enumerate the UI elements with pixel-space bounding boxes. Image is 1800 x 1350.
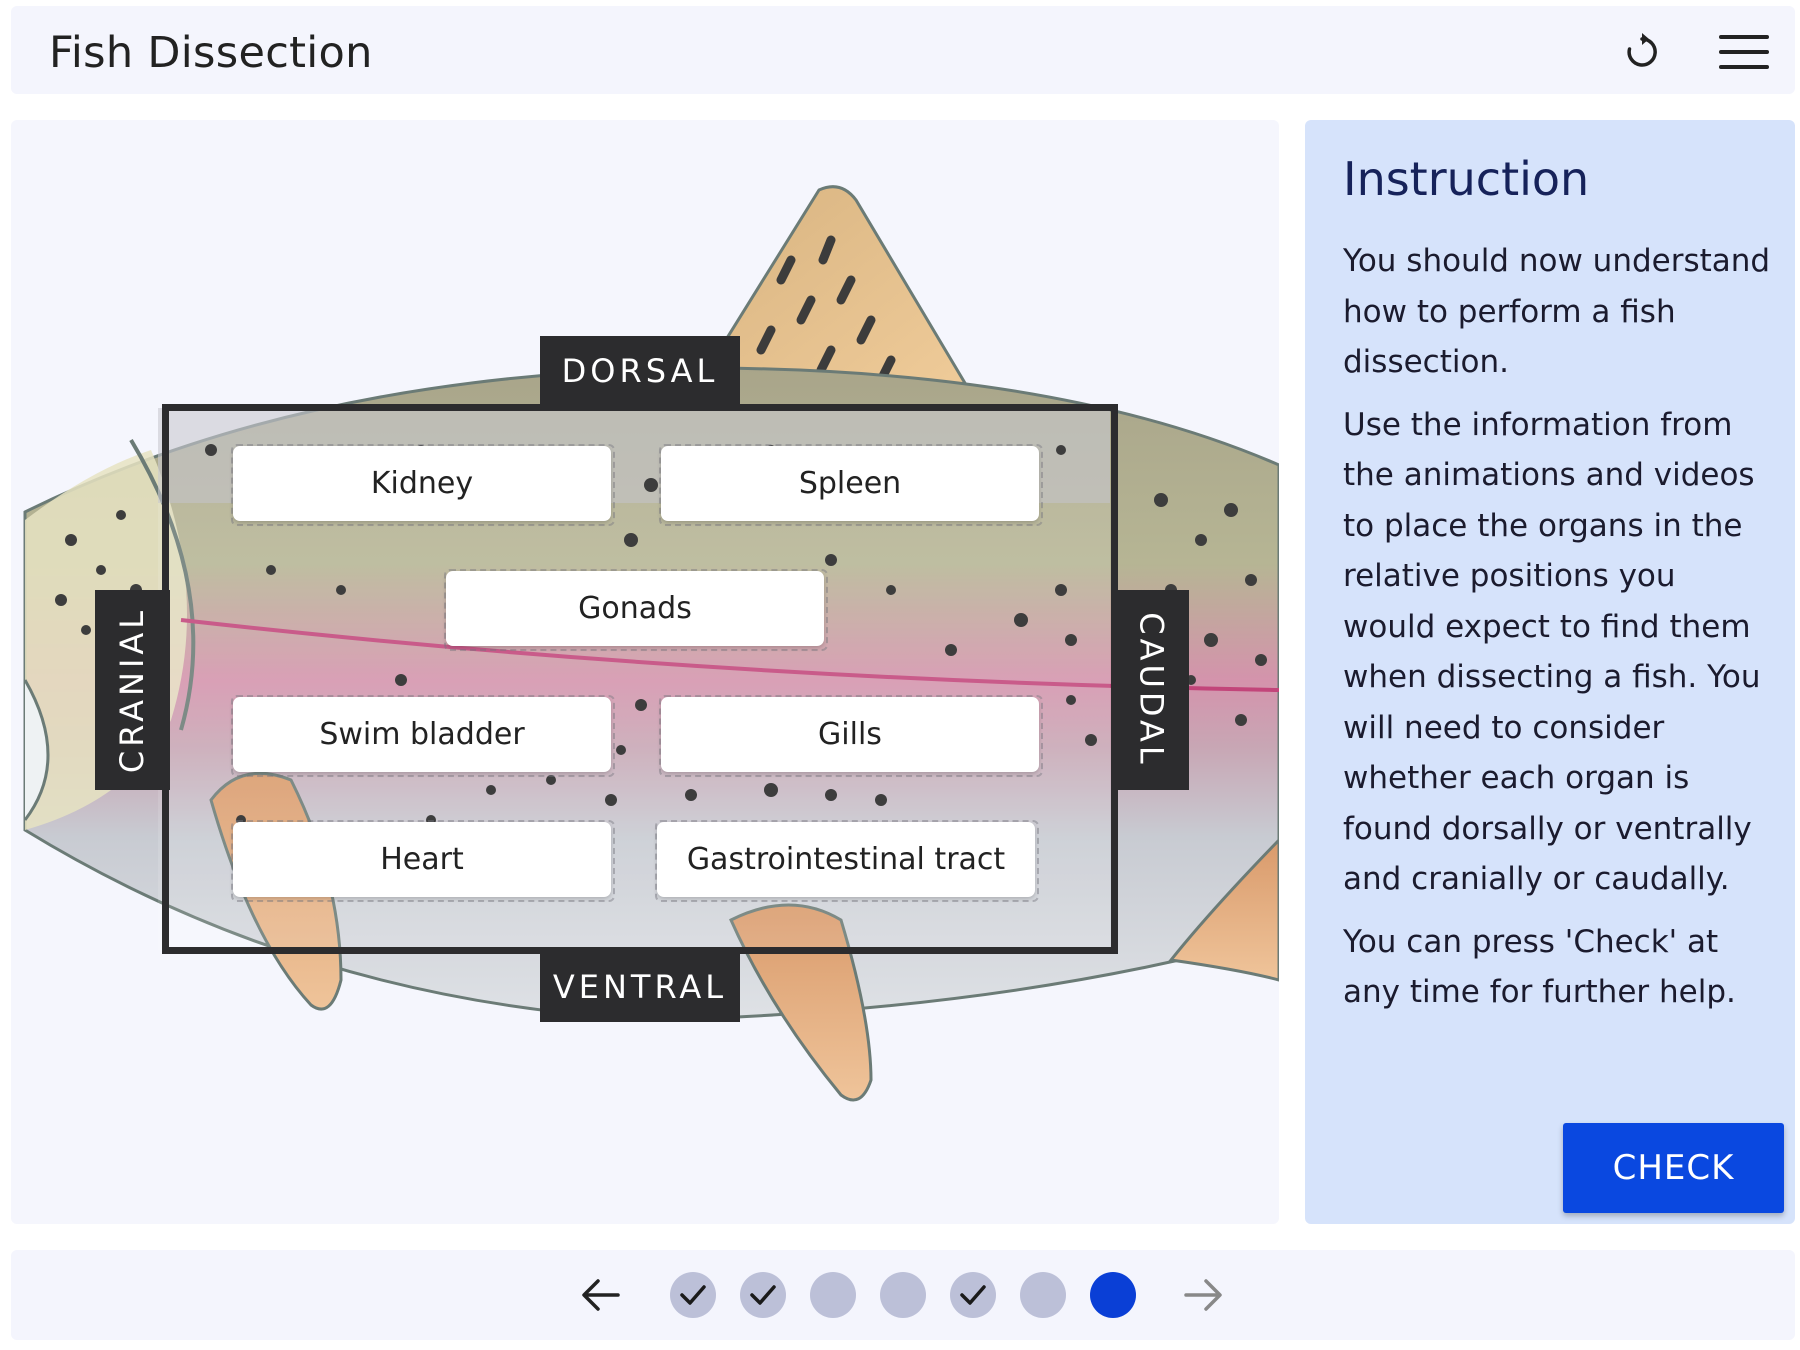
step-dot-completed[interactable]: [740, 1272, 786, 1318]
next-step-button[interactable]: [1179, 1270, 1229, 1320]
ventral-label: VENTRAL: [540, 952, 740, 1022]
step-dot[interactable]: [1020, 1272, 1066, 1318]
instruction-body: You should now understand how to perform…: [1343, 236, 1773, 1030]
step-dot-completed[interactable]: [950, 1272, 996, 1318]
step-navigation: [11, 1250, 1795, 1340]
instruction-panel: Instruction You should now understand ho…: [1305, 120, 1795, 1224]
step-dot[interactable]: [880, 1272, 926, 1318]
header-bar: Fish Dissection: [11, 6, 1795, 94]
step-dot-current[interactable]: [1090, 1272, 1136, 1318]
instruction-paragraph: Use the information from the animations …: [1343, 406, 1761, 898]
dissection-stage: DORSAL VENTRAL CRANIAL CAUDAL Kidney Spl…: [11, 120, 1279, 1224]
instruction-title: Instruction: [1343, 152, 1590, 206]
arrow-left-icon: [582, 1279, 620, 1311]
organ-card-gonads[interactable]: Gonads: [446, 571, 824, 646]
checkmark-icon: [680, 1285, 706, 1305]
ventral-text: VENTRAL: [552, 968, 728, 1006]
check-button[interactable]: CHECK: [1563, 1123, 1784, 1213]
caudal-text: CAUDAL: [1132, 612, 1171, 768]
step-dot[interactable]: [810, 1272, 856, 1318]
organ-card-swim-bladder[interactable]: Swim bladder: [233, 697, 611, 772]
caudal-label: CAUDAL: [1114, 590, 1189, 790]
checkmark-icon: [750, 1285, 776, 1305]
menu-button[interactable]: [1716, 24, 1772, 80]
cranial-label: CRANIAL: [95, 590, 170, 790]
page-title: Fish Dissection: [49, 28, 373, 78]
reset-icon: [1627, 33, 1657, 67]
organ-card-gills[interactable]: Gills: [661, 697, 1039, 772]
previous-step-button[interactable]: [575, 1270, 625, 1320]
instruction-paragraph: You should now understand how to perform…: [1343, 243, 1771, 380]
organ-card-kidney[interactable]: Kidney: [233, 446, 611, 521]
arrow-right-icon: [1184, 1279, 1222, 1311]
cranial-text: CRANIAL: [113, 606, 152, 774]
instruction-paragraph: You can press 'Check' at any time for fu…: [1343, 923, 1736, 1011]
organ-card-gastrointestinal-tract[interactable]: Gastrointestinal tract: [657, 822, 1035, 897]
step-dot-completed[interactable]: [670, 1272, 716, 1318]
organ-card-spleen[interactable]: Spleen: [661, 446, 1039, 521]
dorsal-text: DORSAL: [561, 352, 719, 390]
checkmark-icon: [960, 1285, 986, 1305]
organ-card-heart[interactable]: Heart: [233, 822, 611, 897]
dorsal-label: DORSAL: [540, 336, 740, 406]
hamburger-menu-icon: [1719, 35, 1769, 69]
reset-button[interactable]: [1614, 24, 1670, 80]
